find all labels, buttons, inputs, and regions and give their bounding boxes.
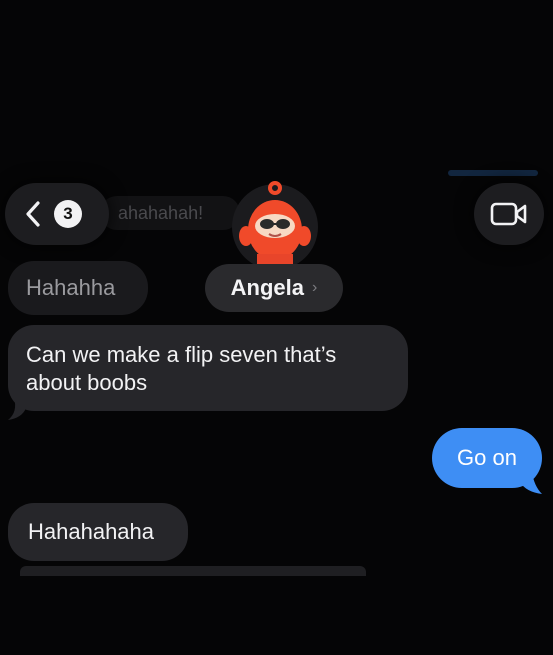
unread-count-badge: 3 [54,200,82,228]
contact-name-button[interactable]: Angela › [205,264,343,312]
video-camera-icon [490,202,527,226]
message-bubble-received[interactable]: Can we make a flip seven that’s about bo… [8,325,408,411]
avatar-antenna-loop [268,181,282,195]
previous-sent-bubble-edge [448,170,538,176]
previous-message-preview: ahahahah! [100,196,240,230]
back-button[interactable]: 3 [5,183,109,245]
chevron-right-icon: › [312,279,318,296]
bubble-tail-right [520,472,542,494]
contact-avatar[interactable] [232,184,318,270]
contact-name: Angela [230,275,305,300]
message-bubble-received[interactable]: Hahahahaha [8,503,188,561]
video-call-button[interactable] [474,183,544,245]
next-message-edge [20,566,366,576]
message-bubble-received[interactable]: Hahahha [8,261,148,315]
chevron-left-icon [26,201,40,227]
bubble-tail-left [8,398,26,420]
